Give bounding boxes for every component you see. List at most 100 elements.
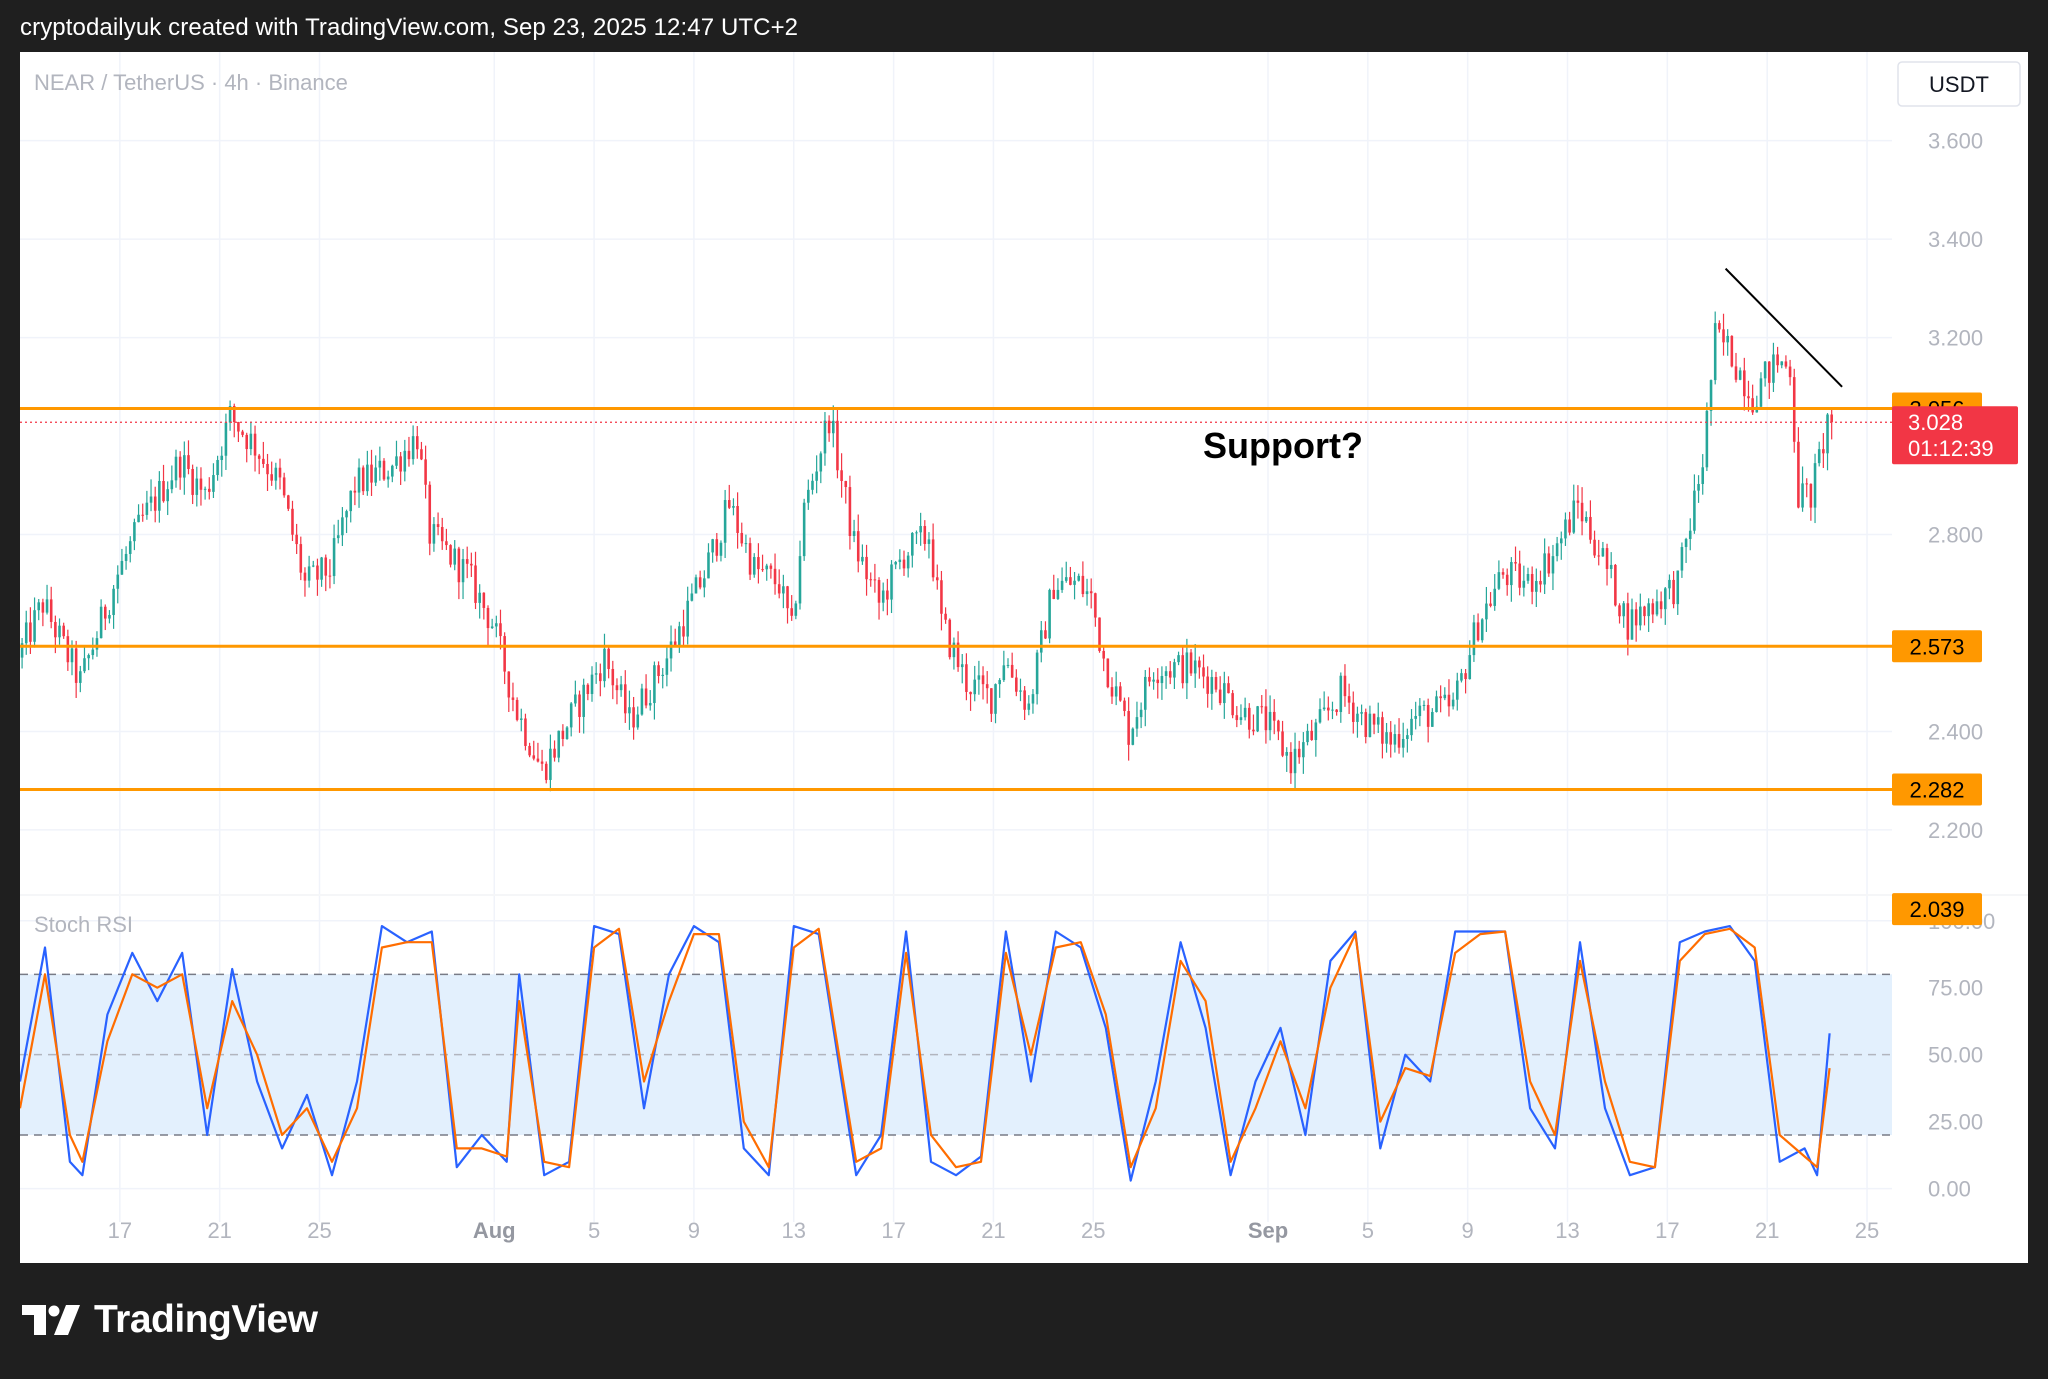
candle [37, 599, 41, 621]
chart-svg[interactable]: Support?3.6003.4003.2002.8002.4002.20010… [20, 52, 2028, 1263]
candle [1185, 638, 1189, 700]
candle [1318, 698, 1322, 724]
price-axis-label: 2.200 [1928, 818, 1983, 843]
candle [1505, 568, 1509, 596]
candle-body [1239, 717, 1243, 721]
candle [1609, 552, 1613, 579]
candle-body [428, 484, 432, 544]
candle [1281, 720, 1284, 758]
chart-frame[interactable]: Support?3.6003.4003.2002.8002.4002.20010… [20, 52, 2028, 1263]
candle-body [1730, 335, 1734, 367]
candle-body [761, 569, 764, 571]
candle-body [723, 500, 727, 543]
candle-body [1618, 605, 1621, 617]
candle [1451, 692, 1455, 710]
candle [732, 498, 735, 516]
candle-body [960, 664, 964, 668]
candle [553, 740, 556, 762]
candle [20, 637, 24, 669]
time-axis-label: 5 [588, 1218, 600, 1243]
candle-body [203, 488, 207, 490]
candle-body [1135, 717, 1139, 729]
candle-body [782, 586, 785, 594]
candle-body [1227, 683, 1230, 694]
time-axis-label: 13 [1555, 1218, 1579, 1243]
candle-body [790, 608, 793, 616]
candle-body [24, 622, 28, 644]
candle [499, 609, 502, 650]
candle [1805, 478, 1809, 498]
candle-body [87, 655, 90, 659]
candle-body [1202, 667, 1205, 677]
candle-body [1468, 655, 1472, 680]
candle [270, 461, 273, 486]
candle-body [1318, 709, 1322, 723]
candle [1039, 620, 1043, 663]
candle [303, 567, 307, 597]
candle [241, 429, 244, 438]
candle [935, 564, 939, 590]
candle [1160, 666, 1164, 700]
candle [307, 555, 311, 588]
candle-body [1518, 563, 1521, 588]
candle-body [852, 531, 856, 536]
candle-body [1718, 323, 1721, 330]
candle [120, 548, 124, 575]
candle [1680, 542, 1684, 578]
candle [1576, 485, 1580, 519]
candle-body [1322, 707, 1326, 710]
candle [694, 574, 698, 594]
candle [203, 486, 207, 500]
candle [965, 653, 968, 701]
time-axis-label: 17 [1655, 1218, 1679, 1243]
candle-body [1647, 603, 1650, 617]
candle [1256, 705, 1259, 733]
candle-body [1177, 655, 1180, 663]
candle-body [678, 626, 681, 646]
candle [906, 551, 910, 578]
candle-body [199, 478, 203, 490]
candle-body [1747, 396, 1750, 399]
candle [1817, 441, 1821, 467]
candle-body [1826, 414, 1829, 454]
candle [411, 425, 415, 465]
candle-body [931, 539, 935, 578]
candle [1002, 650, 1006, 682]
candle [1164, 666, 1168, 689]
candle-body [1639, 606, 1642, 626]
candle [898, 549, 902, 570]
candle-body [183, 455, 186, 478]
stoch-axis-label: 0.00 [1928, 1177, 1971, 1202]
candle-body [1485, 603, 1488, 620]
currency-button[interactable]: USDT [1929, 72, 1989, 97]
candle [852, 519, 856, 543]
candle-body [752, 557, 756, 575]
candle [515, 697, 519, 722]
candle [981, 666, 985, 700]
candle [632, 696, 635, 740]
candle-body [1580, 502, 1584, 522]
candle [1518, 550, 1521, 596]
candle [1127, 697, 1130, 761]
candle-body [262, 458, 265, 464]
candle-body [511, 697, 515, 700]
candle [711, 538, 714, 563]
candle-body [54, 621, 57, 638]
candle-body [1822, 449, 1825, 454]
candle-body [478, 592, 481, 603]
tradingview-logo[interactable]: TradingView [22, 1298, 318, 1342]
candle [1347, 683, 1351, 715]
candle [349, 490, 353, 523]
stoch-axis-label: 75.00 [1928, 976, 1983, 1001]
candle-body [557, 730, 561, 758]
candle [1351, 691, 1355, 734]
candle [45, 584, 49, 615]
candle-body [1302, 742, 1305, 758]
time-axis-label: 25 [307, 1218, 331, 1243]
candle [33, 597, 36, 648]
candle-body [1231, 693, 1234, 716]
candle-body [1168, 671, 1172, 678]
candle [769, 563, 773, 579]
candle-body [103, 606, 107, 619]
candle [782, 574, 785, 609]
